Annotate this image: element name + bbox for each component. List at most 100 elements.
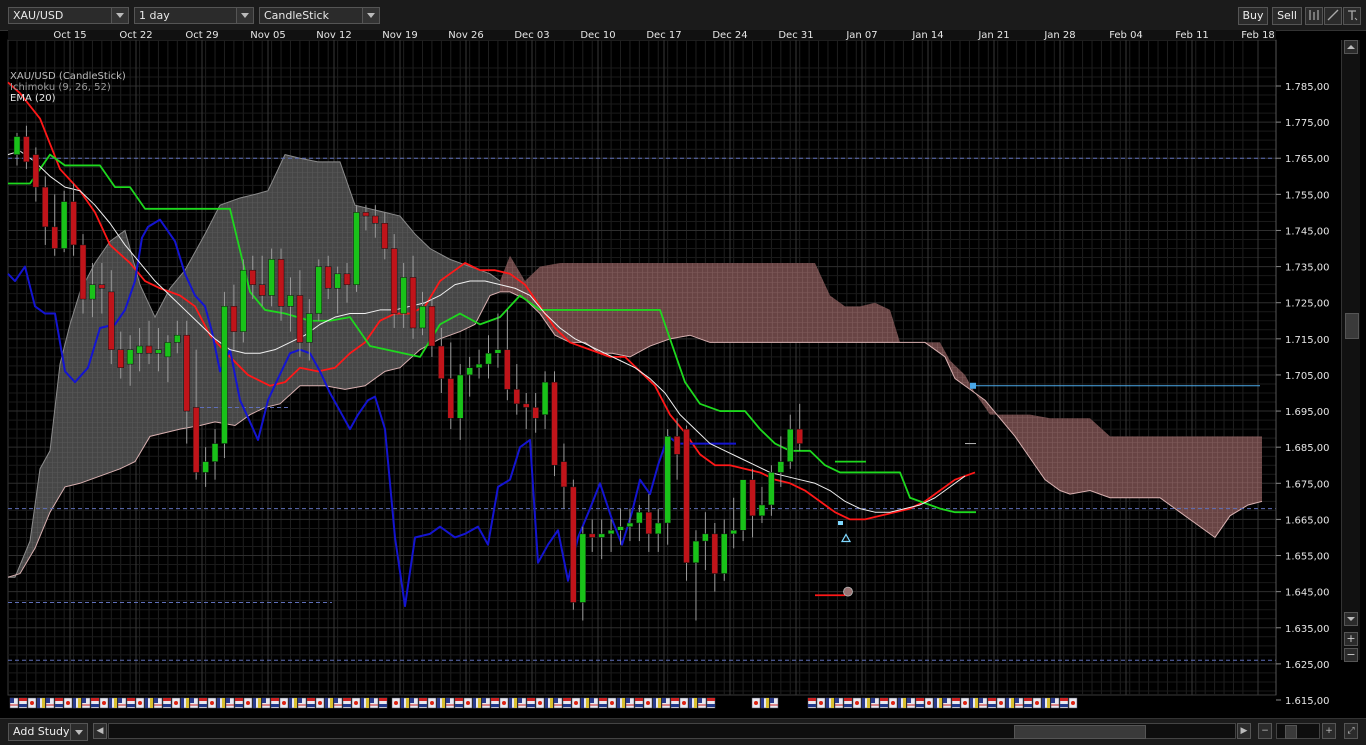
chevron-down-icon <box>70 724 87 740</box>
event-flag-icon <box>180 697 190 709</box>
candle-body <box>98 284 106 289</box>
vertical-scroll-thumb[interactable] <box>1345 313 1359 339</box>
candle-body <box>136 345 143 354</box>
horizontal-scrollbar[interactable] <box>108 723 1236 739</box>
candle-body <box>570 486 577 603</box>
scroll-down-icon[interactable] <box>1344 612 1358 626</box>
event-flag-icon <box>391 697 401 709</box>
event-flag-icon <box>769 697 779 709</box>
event-flag-icon <box>987 697 997 709</box>
event-flag-icon <box>189 697 199 709</box>
candle-body <box>117 349 124 368</box>
event-flag-icon <box>400 697 410 709</box>
x-tick-label: Dec 03 <box>514 30 549 41</box>
event-flag-icon <box>27 697 37 709</box>
event-flag-icon <box>544 697 554 709</box>
vertical-scrollbar[interactable]: + − <box>1341 40 1360 662</box>
candle-body <box>409 277 417 329</box>
x-tick-label: Nov 26 <box>448 30 483 41</box>
zoom-slider-thumb[interactable] <box>1285 725 1297 739</box>
horizontal-scroll-thumb[interactable] <box>1014 725 1146 739</box>
candle-body <box>513 389 521 405</box>
y-tick-label: 1.755,00 <box>1285 190 1330 201</box>
candle-body <box>353 212 360 285</box>
candle-body <box>400 277 407 314</box>
y-tick-label: 1.635,00 <box>1285 624 1330 635</box>
event-flag-icon <box>261 697 271 709</box>
zoom-out-icon[interactable]: − <box>1344 648 1358 662</box>
scroll-up-icon[interactable] <box>1344 40 1358 54</box>
chart-style-select[interactable]: CandleStick <box>259 7 380 24</box>
y-tick-label: 1.725,00 <box>1285 299 1330 310</box>
event-flag-icon <box>342 697 352 709</box>
candle-body <box>428 306 436 347</box>
candle-body <box>721 533 728 574</box>
event-flag-icon <box>72 697 82 709</box>
x-tick-label: Oct 29 <box>185 30 218 41</box>
event-flag-icon <box>760 697 770 709</box>
event-flag-icon <box>315 697 325 709</box>
x-tick-label: Dec 10 <box>580 30 615 41</box>
sell-button[interactable]: Sell <box>1272 7 1302 25</box>
bars-tool-icon[interactable] <box>1305 7 1323 25</box>
event-flag-icon <box>960 697 970 709</box>
chevron-down-icon <box>362 8 379 23</box>
chart-area[interactable]: Oct 15 Oct 22 Oct 29 Nov 05 Nov 12 Nov 19 Nov … <box>0 28 1366 718</box>
event-flag-icon <box>409 697 419 709</box>
text-tool-icon[interactable] <box>1343 7 1361 25</box>
candle-body <box>664 436 671 524</box>
zoom-out-time-icon[interactable]: − <box>1258 723 1272 739</box>
x-tick-label: Oct 22 <box>119 30 152 41</box>
zoom-in-time-icon[interactable]: + <box>1322 723 1336 739</box>
event-flag-icon <box>207 697 217 709</box>
x-tick-label: Jan 07 <box>845 30 877 41</box>
fit-view-icon[interactable]: ⤢ <box>1344 723 1358 739</box>
x-tick-label: Oct 15 <box>53 30 86 41</box>
event-flag-icon <box>897 697 907 709</box>
event-flag-icon <box>90 697 100 709</box>
event-flag-icon <box>153 697 163 709</box>
candle-body <box>334 273 341 289</box>
candle-body <box>711 533 719 574</box>
candle-body <box>654 522 662 535</box>
candle-body <box>42 186 49 228</box>
event-flag-icon <box>333 697 343 709</box>
price-chart[interactable]: Oct 15 Oct 22 Oct 29 Nov 05 Nov 12 Nov 19 Nov … <box>0 28 1366 718</box>
event-flag-icon <box>861 697 871 709</box>
scroll-left-icon[interactable]: ◀ <box>93 723 107 739</box>
line-tool-icon[interactable] <box>1324 7 1342 25</box>
zoom-slider[interactable] <box>1276 723 1320 739</box>
zoom-in-icon[interactable]: + <box>1344 632 1358 646</box>
x-tick-label: Nov 05 <box>250 30 285 41</box>
y-tick-label: 1.615,00 <box>1285 696 1330 707</box>
candle-body <box>636 511 643 524</box>
symbol-value: XAU/USD <box>13 9 64 22</box>
event-flag-icon <box>996 697 1006 709</box>
chevron-down-icon <box>236 8 253 23</box>
y-tick-label: 1.715,00 <box>1285 335 1330 346</box>
symbol-select[interactable]: XAU/USD <box>8 7 129 24</box>
candle-body <box>211 443 219 462</box>
event-flag-icon <box>490 697 500 709</box>
event-flag-icon <box>825 697 835 709</box>
event-flag-icon <box>688 697 698 709</box>
buy-button[interactable]: Buy <box>1238 7 1268 25</box>
candle-body <box>683 428 690 564</box>
y-tick-label: 1.705,00 <box>1285 371 1330 382</box>
interval-select[interactable]: 1 day <box>134 7 254 24</box>
event-flag-icon <box>378 697 388 709</box>
scroll-right-icon[interactable]: ▶ <box>1237 723 1251 739</box>
candle-body <box>89 284 96 300</box>
event-flag-icon <box>360 697 370 709</box>
event-flag-icon <box>270 697 280 709</box>
candle-body <box>240 269 247 332</box>
add-study-button[interactable]: Add Study <box>8 723 88 741</box>
event-flag-icon <box>63 697 73 709</box>
y-tick-label: 1.765,00 <box>1285 154 1330 165</box>
candle-body <box>192 407 200 473</box>
y-tick-label: 1.785,00 <box>1285 82 1330 93</box>
y-tick-label: 1.695,00 <box>1285 407 1330 418</box>
candle-body <box>787 428 794 462</box>
event-flag-icon <box>306 697 316 709</box>
candle-body <box>551 381 558 466</box>
